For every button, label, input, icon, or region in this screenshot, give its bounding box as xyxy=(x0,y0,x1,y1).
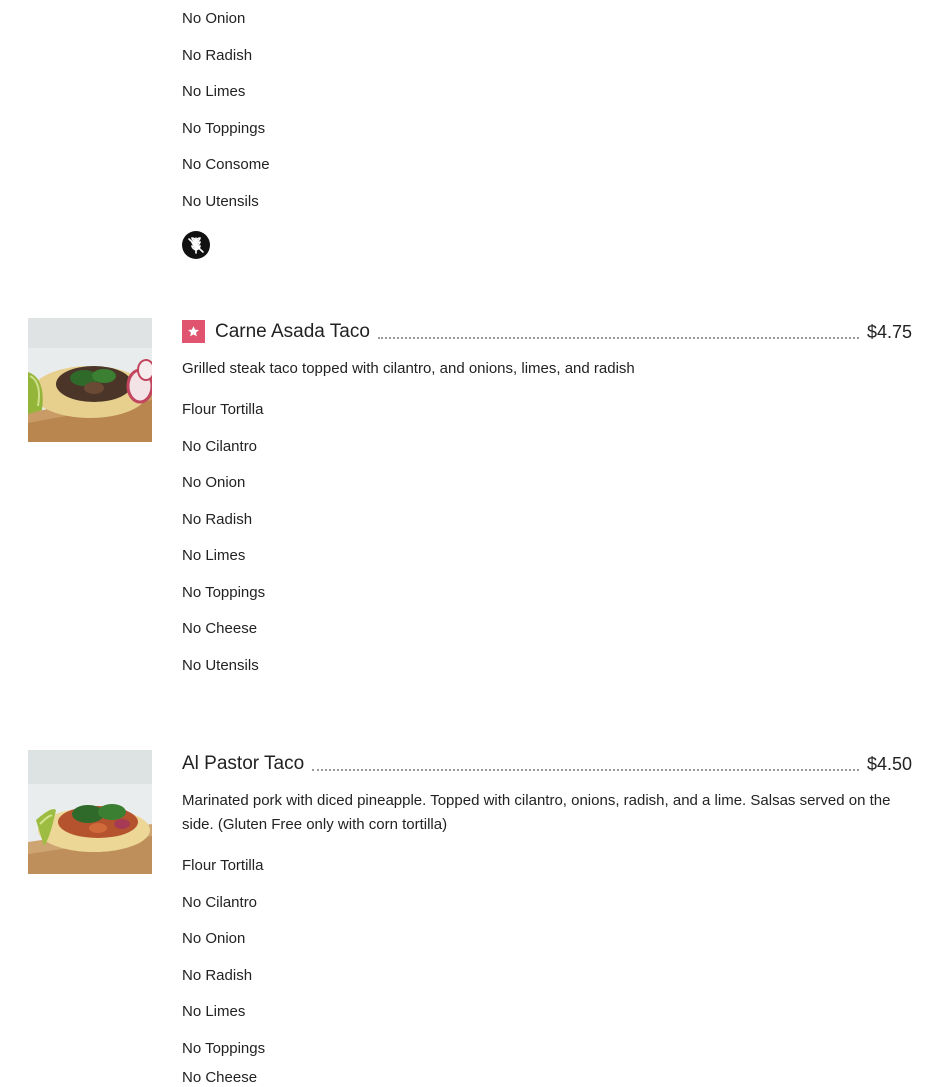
option-no-toppings[interactable]: No Toppings xyxy=(182,120,265,138)
option-no-cilantro[interactable]: No Cilantro xyxy=(182,894,257,912)
item-description: Grilled steak taco topped with cilantro,… xyxy=(182,360,635,377)
option-flour-tortilla[interactable]: Flour Tortilla xyxy=(182,401,263,419)
al-pastor-title-row[interactable]: Al Pastor Taco $4.50 xyxy=(182,750,912,776)
option-no-toppings[interactable]: No Toppings xyxy=(182,1040,265,1058)
option-no-limes[interactable]: No Limes xyxy=(182,83,245,101)
al-pastor-taco-image[interactable] xyxy=(28,750,152,874)
option-no-utensils[interactable]: No Utensils xyxy=(182,193,259,211)
carne-asada-title-row[interactable]: Carne Asada Taco $4.75 xyxy=(182,318,912,344)
option-no-consome[interactable]: No Consome xyxy=(182,156,270,174)
item-price: $4.50 xyxy=(866,754,912,774)
item-description: Marinated pork with diced pineapple. Top… xyxy=(182,792,891,833)
gluten-free-icon xyxy=(182,231,210,259)
option-no-onion[interactable]: No Onion xyxy=(182,474,245,492)
option-no-cilantro[interactable]: No Cilantro xyxy=(182,438,257,456)
option-no-toppings[interactable]: No Toppings xyxy=(182,584,265,602)
carne-asada-taco-image[interactable] xyxy=(28,318,152,442)
option-no-radish[interactable]: No Radish xyxy=(182,967,252,985)
option-no-onion[interactable]: No Onion xyxy=(182,930,245,948)
leader-dots xyxy=(377,337,859,339)
option-no-limes[interactable]: No Limes xyxy=(182,1003,245,1021)
item-title[interactable]: Al Pastor Taco xyxy=(182,752,304,776)
leader-dots xyxy=(312,769,859,771)
option-flour-tortilla[interactable]: Flour Tortilla xyxy=(182,857,263,875)
item-title[interactable]: Carne Asada Taco xyxy=(215,320,370,344)
option-no-utensils[interactable]: No Utensils xyxy=(182,657,259,675)
option-no-radish[interactable]: No Radish xyxy=(182,511,252,529)
option-no-onion[interactable]: No Onion xyxy=(182,10,245,28)
option-no-cheese[interactable]: No Cheese xyxy=(182,1069,257,1087)
option-no-cheese[interactable]: No Cheese xyxy=(182,620,257,638)
item-price: $4.75 xyxy=(866,322,912,342)
option-no-limes[interactable]: No Limes xyxy=(182,547,245,565)
star-badge-icon xyxy=(182,320,205,343)
option-no-radish[interactable]: No Radish xyxy=(182,47,252,65)
